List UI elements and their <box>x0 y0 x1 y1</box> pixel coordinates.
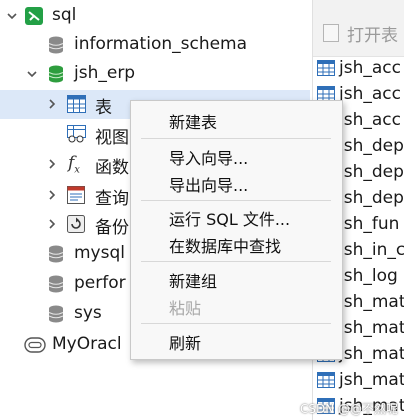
database-icon <box>48 36 66 54</box>
table-list-item-label: jsh_acc <box>339 110 401 130</box>
database-icon <box>48 275 66 293</box>
open-table-icon[interactable] <box>323 24 339 42</box>
chevron-down-icon[interactable] <box>26 68 38 80</box>
tree-item-label: 备份 <box>95 218 129 238</box>
menu-separator <box>141 138 331 139</box>
tree-item-jsh-erp[interactable]: jsh_erp <box>0 60 310 89</box>
table-list-item-label: jsh_mat <box>339 318 404 338</box>
menu-item-paste[interactable]: 粘贴 <box>169 295 201 319</box>
context-menu: 新建表 导入向导... 导出向导... 运行 SQL 文件... 在数据库中查找… <box>130 100 343 360</box>
database-icon <box>48 305 66 323</box>
table-list-item-label: jsh_dep <box>339 136 404 156</box>
menu-separator <box>141 261 331 262</box>
table-list-item-label: jsh_in_c <box>339 240 404 260</box>
table-list-item-label: jsh_mat <box>339 344 404 364</box>
tree-item-label: 查询 <box>95 189 129 209</box>
tree-item-label: MyOracl <box>52 334 122 354</box>
menu-item-run-sql-file[interactable]: 运行 SQL 文件... <box>169 206 290 230</box>
tree-item-label: sys <box>74 303 102 323</box>
table-list-item-label: jsh_dep <box>339 162 404 182</box>
tree-item-label: perfor <box>74 273 126 293</box>
menu-separator <box>141 200 331 201</box>
database-open-icon <box>48 65 66 83</box>
menu-separator <box>141 323 331 324</box>
menu-item-import-wizard[interactable]: 导入向导... <box>169 145 248 169</box>
tree-item-label: 函数 <box>95 158 129 178</box>
watermark: CSDN @@不然呢 <box>299 402 398 416</box>
tree-item-label: 表 <box>95 98 112 118</box>
table-list-item-label: jsh_mat <box>339 292 404 312</box>
chevron-right-icon[interactable] <box>46 158 58 170</box>
objects-toolbar: 打开表 <box>313 0 404 57</box>
chevron-right-icon[interactable] <box>46 218 58 230</box>
menu-item-export-wizard[interactable]: 导出向导... <box>169 172 248 196</box>
table-list-item-label: jsh_log <box>339 266 398 286</box>
tree-item-label: jsh_erp <box>74 63 136 83</box>
function-icon: fx <box>68 153 80 176</box>
tree-item-label: 视图 <box>95 128 129 148</box>
oracle-connection-icon <box>24 337 46 353</box>
table-list-item-label: jsh_acc <box>339 58 401 78</box>
menu-item-refresh[interactable]: 刷新 <box>169 330 201 354</box>
view-icon <box>67 125 86 143</box>
database-icon <box>48 245 66 263</box>
table-list-item[interactable]: jsh_acc <box>317 56 401 80</box>
chevron-down-icon[interactable] <box>6 10 18 22</box>
table-icon <box>317 60 335 76</box>
menu-item-new-table[interactable]: 新建表 <box>169 109 217 133</box>
tree-item-sql-connection[interactable]: sql <box>0 2 310 31</box>
query-icon <box>67 186 85 204</box>
tree-item-label: sql <box>52 5 77 25</box>
tree-item-information-schema[interactable]: information_schema <box>0 31 310 60</box>
table-icon <box>67 95 86 113</box>
table-icon <box>317 372 335 388</box>
table-list-item-label: jsh_dep <box>339 188 404 208</box>
chevron-right-icon[interactable] <box>46 189 58 201</box>
chevron-right-icon[interactable] <box>46 98 58 110</box>
mysql-connection-icon <box>25 7 43 25</box>
tree-item-label: mysql <box>74 243 125 263</box>
table-list-item[interactable]: jsh_mat <box>317 368 404 392</box>
backup-icon <box>67 215 85 233</box>
menu-item-find-in-database[interactable]: 在数据库中查找 <box>169 233 281 257</box>
menu-item-new-group[interactable]: 新建组 <box>169 268 217 292</box>
table-list-item-label: jsh_fun <box>339 214 400 234</box>
table-list-item-label: jsh_acc <box>339 84 401 104</box>
open-table-button[interactable]: 打开表 <box>347 21 398 46</box>
table-list-item-label: jsh_mat <box>339 370 404 390</box>
tree-item-label: information_schema <box>74 34 248 54</box>
